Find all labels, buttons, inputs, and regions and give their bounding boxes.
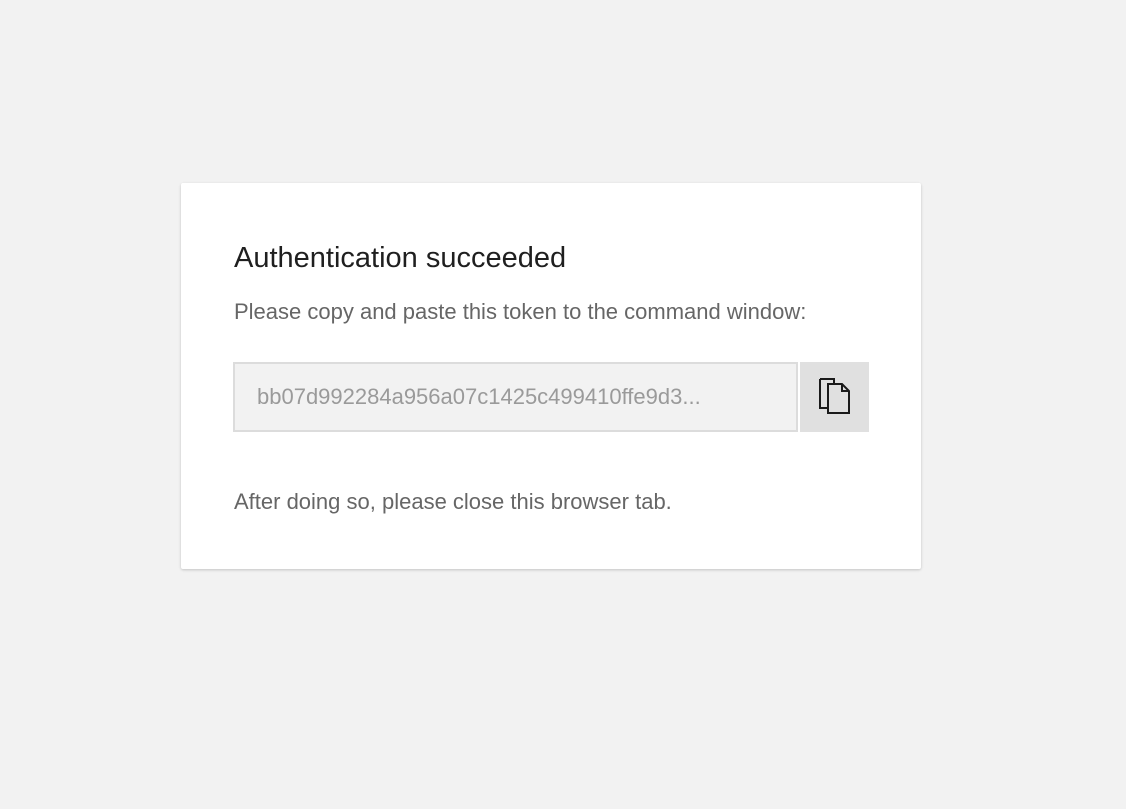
instruction-text: Please copy and paste this token to the …: [234, 299, 807, 324]
close-tab-instruction: After doing so, please close this browse…: [234, 489, 672, 514]
auth-card: Authentication succeeded Please copy and…: [181, 183, 921, 569]
page-title: Authentication succeeded: [234, 242, 567, 274]
token-row: [233, 362, 869, 432]
token-field[interactable]: [233, 362, 798, 432]
copy-icon: [818, 377, 852, 418]
copy-token-button[interactable]: [800, 362, 869, 432]
